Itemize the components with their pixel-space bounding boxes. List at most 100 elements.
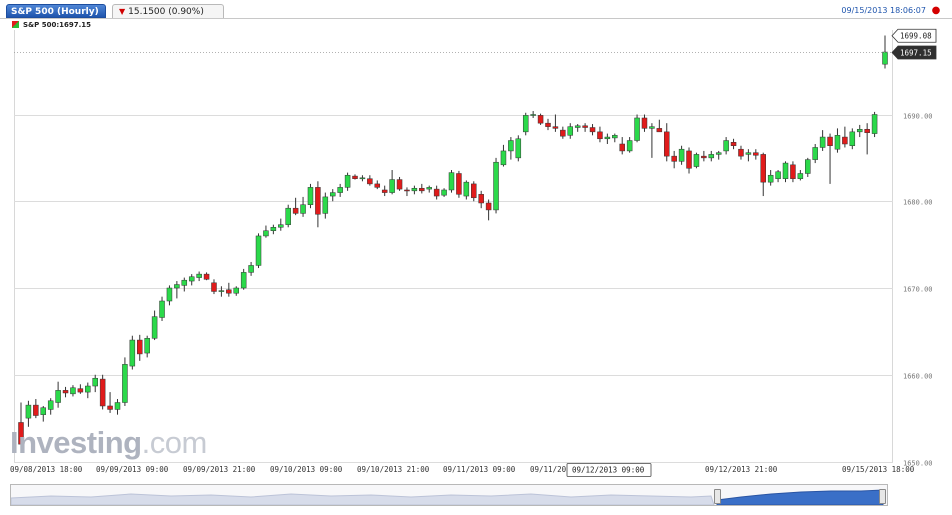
candle [137,334,143,361]
candle [129,335,136,370]
candle-body [270,227,277,231]
candle [233,286,239,296]
candle [537,113,544,125]
candle-body [775,171,781,179]
candle-body [33,404,39,416]
candles [18,35,888,449]
investing-watermark: Investing.com [10,425,207,461]
crosshair-date-label: 09/12/2013 09:00 [572,466,645,475]
candle-body [92,377,98,387]
candle [522,112,529,136]
candle-body [708,154,715,159]
candle [649,123,655,158]
candle [419,183,425,194]
candle [255,233,262,269]
candle [218,286,225,297]
candle-body [485,202,492,211]
candle [515,135,522,162]
candle-body [137,339,143,355]
candle [723,137,729,155]
candle-body [634,117,640,141]
navigator-left-handle[interactable] [714,489,721,504]
candle-body [174,284,180,289]
candle-body [144,338,150,354]
candle-body [411,187,418,192]
candle-body [55,390,61,403]
candle-body [530,114,536,116]
candle [500,144,507,167]
candle-body [352,175,358,179]
candle [463,180,470,200]
candle-body [85,385,91,393]
y-tick-label: 1660.00 [903,373,933,381]
watermark-brand-bold: Investing [10,425,142,460]
candle [738,145,744,160]
candle-body [856,128,863,133]
candle-body [701,155,707,159]
candle-body [515,138,522,159]
candle [47,398,54,415]
x-tick-label: 09/08/2013 18:00 [10,465,83,474]
candle [574,124,581,132]
candle [285,204,291,228]
candle [864,123,870,155]
candle-body [70,387,76,395]
candle-body [218,290,225,292]
candle [545,118,551,131]
navigator-selected-area [716,489,884,505]
candle [322,192,329,219]
candle [40,405,47,422]
x-tick-label: 09/12/2013 21:00 [705,465,778,474]
candle [634,114,640,143]
candle-body [122,364,128,403]
candle-body [181,279,188,286]
x-tick-label: 09/11/2013 09:00 [443,465,516,474]
candle-body [805,159,811,174]
candle-body [62,390,69,394]
x-tick-label: 09/09/2013 09:00 [96,465,169,474]
navigator-right-handle[interactable] [879,489,886,504]
candle [871,111,878,138]
candle-body [433,188,440,197]
candle [597,126,603,143]
candle-body [537,115,544,124]
candle-body [582,125,588,128]
range-navigator[interactable] [10,484,888,506]
candle-body [478,194,484,204]
candle [805,157,811,177]
candle-body [114,402,121,410]
candle-body [871,114,878,134]
candle-body [203,273,210,280]
candle-body [463,181,470,197]
candle-body [25,404,32,419]
candle [693,152,700,169]
price-tag-label: 1699.08 [900,32,932,41]
candle-body [649,126,655,129]
candle [849,128,856,150]
candle-body [240,272,247,289]
candle [99,374,106,410]
candle-body [456,173,462,195]
candle-body [686,150,692,169]
candle [359,175,366,182]
candlestick-chart[interactable]: 1650.001660.001670.001680.001690.00 09/0… [0,0,952,484]
candle [767,170,774,186]
candle [715,150,722,160]
candle [203,272,210,281]
candle [834,128,841,153]
candle-body [233,287,239,294]
candle-body [448,172,455,191]
candle-body [819,136,826,148]
chart-widget: S&P 500 (Hourly) ▼ 15.1500 (0.90%) 09/15/… [0,0,952,515]
x-tick-label: 09/10/2013 09:00 [270,465,343,474]
candle-body [715,152,722,155]
x-axis-labels: 09/08/2013 18:00 09/09/2013 09:00 09/09/20… [10,463,915,477]
candle-body [545,122,551,127]
candle-body [77,388,84,393]
candle-body [671,155,677,162]
candle [656,119,663,133]
candle-body [278,224,284,228]
candle-body [678,148,685,162]
candle-body [359,177,366,180]
watermark-brand-light: .com [141,425,208,460]
